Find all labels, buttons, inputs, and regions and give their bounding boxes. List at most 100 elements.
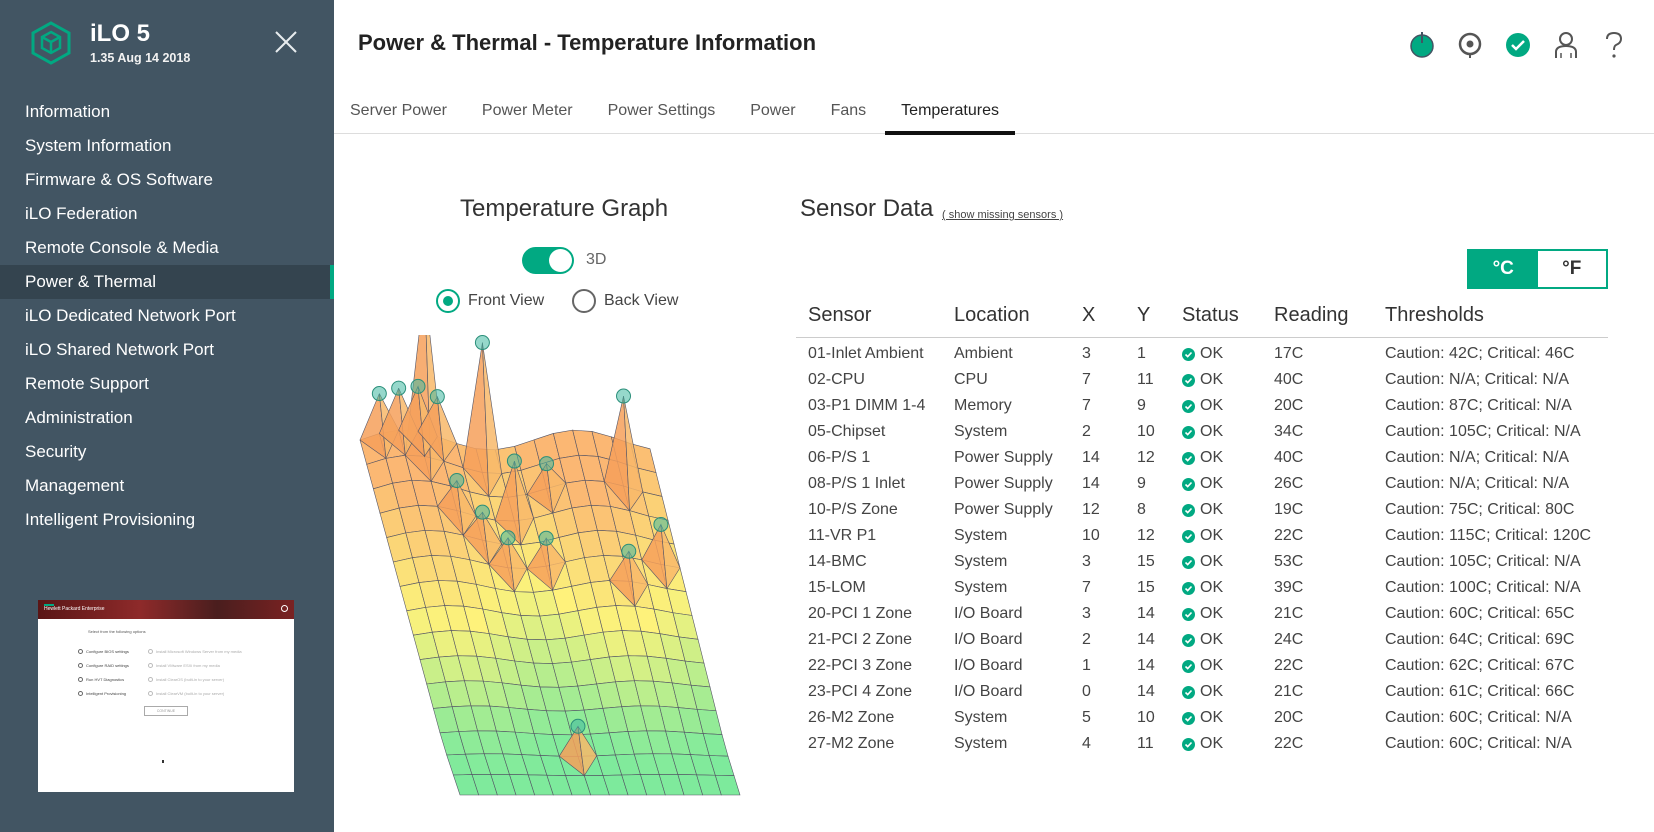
remote-console-preview[interactable]: Hewlett Packard Enterprise Select from t…	[38, 600, 294, 792]
sensor-location-cell: I/O Board	[954, 605, 1023, 622]
sensor-marker[interactable]	[474, 504, 490, 520]
status-ok-icon	[1182, 425, 1195, 439]
show-missing-sensors-link[interactable]: ( show missing sensors )	[942, 209, 1063, 221]
tab-power-meter[interactable]: Power Meter	[482, 92, 573, 133]
sidebar-item-firmware-os-software[interactable]: Firmware & OS Software	[0, 163, 334, 197]
sensor-status-cell: OK	[1170, 627, 1262, 653]
sidebar-item-remote-support[interactable]: Remote Support	[0, 367, 334, 401]
sensor-thresholds-cell: Caution: 87C; Critical: N/A	[1385, 397, 1572, 414]
sensor-status-cell: OK	[1170, 731, 1262, 757]
sensor-thresholds-cell: Caution: 64C; Critical: 69C	[1385, 631, 1575, 648]
sensor-marker[interactable]	[391, 380, 407, 396]
status-text: OK	[1200, 553, 1224, 570]
back-view-label: Back View	[604, 292, 679, 309]
column-header-y[interactable]: Y	[1125, 295, 1170, 338]
sensor-marker[interactable]	[538, 530, 554, 546]
preview-continue-button: CONTINUE	[144, 706, 188, 716]
sidebar-item-intelligent-provisioning[interactable]: Intelligent Provisioning	[0, 503, 334, 537]
status-text: OK	[1200, 579, 1224, 596]
sidebar-item-system-information[interactable]: System Information	[0, 129, 334, 163]
sensor-thresholds-cell: Caution: 42C; Critical: 46C	[1385, 345, 1575, 363]
sidebar-item-management[interactable]: Management	[0, 469, 334, 503]
sensor-sensor-cell: 02-CPU	[808, 371, 865, 388]
sidebar-item-security[interactable]: Security	[0, 435, 334, 469]
sensor-marker[interactable]	[616, 388, 632, 404]
sidebar-item-power-thermal[interactable]: Power & Thermal	[0, 265, 334, 299]
sensor-marker[interactable]	[449, 473, 465, 489]
sensor-location-cell: Memory	[954, 397, 1012, 414]
health-status-button[interactable]	[1501, 28, 1535, 62]
sensor-thresholds-cell: Caution: N/A; Critical: N/A	[1385, 449, 1570, 466]
tab-temperatures[interactable]: Temperatures	[885, 92, 1015, 135]
sensor-row: 15-LOM System 7 15 OK 39C Caution: 100C; Criti…	[796, 575, 1608, 601]
sensor-location-cell: Power Supply	[954, 475, 1053, 492]
column-header-x[interactable]: X	[1070, 295, 1125, 338]
sidebar-item-remote-console-media[interactable]: Remote Console & Media	[0, 231, 334, 265]
sensor-marker[interactable]	[474, 335, 490, 351]
tab-bar: Server Power Power Meter Power Settings …	[334, 92, 1654, 135]
header-icons	[1405, 28, 1645, 62]
3d-toggle[interactable]	[522, 247, 574, 274]
sensor-reading-cell: 22C	[1274, 735, 1304, 752]
preview-body: Select from the following options Config…	[38, 619, 294, 716]
sensor-y-cell: 8	[1137, 501, 1146, 518]
sensor-marker[interactable]	[621, 543, 637, 559]
status-text: OK	[1200, 371, 1224, 388]
status-text: OK	[1200, 423, 1224, 440]
sensor-thresholds-cell: Caution: 115C; Critical: 120C	[1385, 527, 1592, 544]
sensor-marker[interactable]	[500, 530, 516, 546]
sidebar-item-ilo-dedicated-network-port[interactable]: iLO Dedicated Network Port	[0, 299, 334, 333]
sensor-marker[interactable]	[429, 389, 445, 405]
status-ok-icon	[1182, 607, 1195, 621]
back-view-radio[interactable]: Back View	[572, 289, 678, 313]
status-text: OK	[1200, 709, 1224, 726]
uid-locator-button[interactable]	[1453, 28, 1487, 62]
sensor-marker[interactable]	[410, 378, 426, 394]
status-badge: OK	[1182, 605, 1262, 623]
status-ok-icon	[1182, 373, 1195, 387]
sidebar-item-ilo-shared-network-port[interactable]: iLO Shared Network Port	[0, 333, 334, 367]
tab-power-settings[interactable]: Power Settings	[608, 92, 716, 133]
tab-fans[interactable]: Fans	[831, 92, 867, 133]
sensor-y-cell: 12	[1137, 527, 1155, 544]
sensor-row: 05-Chipset System 2 10 OK 34C Caution: 105C; C…	[796, 419, 1608, 445]
sensor-marker[interactable]	[506, 453, 522, 469]
fahrenheit-button[interactable]: °F	[1537, 251, 1606, 287]
sensor-thresholds-cell: Caution: 75C; Critical: 80C	[1385, 501, 1575, 518]
sensor-marker[interactable]	[539, 456, 555, 472]
sensor-marker[interactable]	[371, 386, 387, 402]
sensor-data-title: Sensor Data	[800, 195, 934, 222]
tab-server-power[interactable]: Server Power	[350, 92, 447, 133]
sensor-location-cell: System	[954, 553, 1008, 570]
sensor-reading-cell: 24C	[1274, 631, 1304, 648]
sensor-reading-cell: 19C	[1274, 501, 1304, 518]
user-icon	[1555, 32, 1577, 58]
close-sidebar-icon[interactable]	[272, 28, 300, 56]
sensor-marker[interactable]	[570, 718, 586, 734]
column-header-location[interactable]: Location	[942, 295, 1070, 338]
tab-power[interactable]: Power	[750, 92, 795, 133]
sensor-reading-cell: 34C	[1274, 423, 1304, 440]
3d-toggle-label: 3D	[586, 251, 607, 268]
sensor-y-cell: 14	[1137, 605, 1155, 622]
column-header-sensor[interactable]: Sensor	[796, 295, 942, 338]
column-header-status[interactable]: Status	[1170, 295, 1262, 338]
column-header-thresholds[interactable]: Thresholds	[1373, 295, 1608, 338]
sidebar-item-ilo-federation[interactable]: iLO Federation	[0, 197, 334, 231]
status-text: OK	[1200, 683, 1224, 700]
user-button[interactable]	[1549, 28, 1583, 62]
power-button[interactable]	[1405, 28, 1439, 62]
column-header-reading[interactable]: Reading	[1262, 295, 1373, 338]
sidebar-item-administration[interactable]: Administration	[0, 401, 334, 435]
sensor-location-cell: Power Supply	[954, 501, 1053, 518]
temperature-3d-surface[interactable]	[350, 335, 790, 815]
sidebar-item-information[interactable]: Information	[0, 95, 334, 129]
status-text: OK	[1200, 657, 1224, 674]
celsius-button[interactable]: °C	[1469, 251, 1538, 287]
sensor-status-cell: OK	[1170, 497, 1262, 523]
sensor-marker[interactable]	[653, 516, 669, 532]
status-text: OK	[1200, 345, 1224, 363]
front-view-radio[interactable]: Front View	[436, 289, 544, 313]
help-button[interactable]	[1597, 28, 1631, 62]
sensor-thresholds-cell: Caution: 60C; Critical: N/A	[1385, 735, 1572, 752]
